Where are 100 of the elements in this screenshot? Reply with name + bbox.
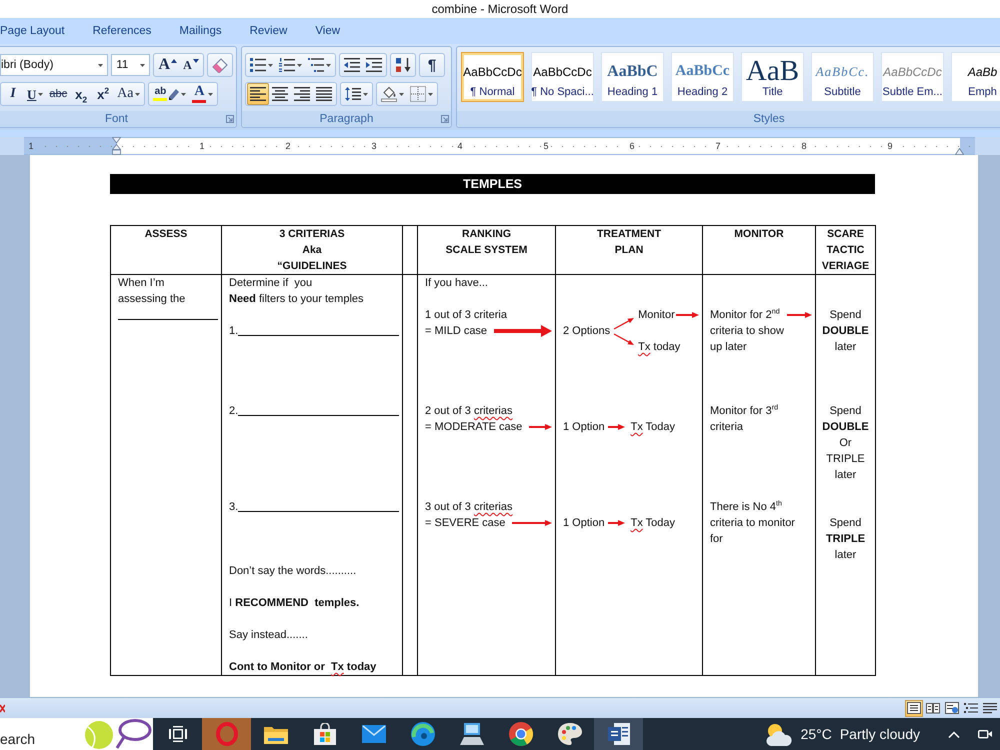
ribbon-tab[interactable]: View xyxy=(301,18,354,44)
column-header: ASSESS xyxy=(111,226,222,275)
column-header: MONITOR xyxy=(703,226,816,275)
ruler-number: 1 xyxy=(197,141,207,151)
border-grid-icon xyxy=(410,86,426,102)
cell-text: 3 out of 3 criterias xyxy=(425,500,512,515)
indent-icon xyxy=(366,58,382,72)
paint-bucket-icon xyxy=(381,86,397,102)
cell-text: Spend xyxy=(830,308,862,323)
lines-icon xyxy=(983,702,997,714)
swirl-icon xyxy=(410,722,434,746)
grow-font-button[interactable]: A xyxy=(155,54,180,76)
style-gallery-item[interactable]: AaBb Emph xyxy=(951,52,1000,102)
list-number: 2. xyxy=(229,404,238,419)
cell-text: 1 out of 3 criteria xyxy=(425,308,507,323)
caret-icon xyxy=(98,64,104,66)
italic-button[interactable]: I xyxy=(2,83,24,105)
weather-temperature: 25°C xyxy=(800,726,832,742)
window-title: combine - Microsoft Word xyxy=(432,2,568,16)
arrow-icon xyxy=(786,312,812,318)
shopping-bag-icon xyxy=(314,723,336,745)
cell-text: up later xyxy=(710,340,747,355)
style-gallery-item[interactable]: AaBbCc. Subtitle xyxy=(811,52,874,102)
borders-button[interactable] xyxy=(407,83,436,105)
underline-button[interactable]: U xyxy=(24,83,46,105)
style-gallery-item[interactable]: AaBbCc Heading 2 xyxy=(671,52,734,102)
style-gallery-item[interactable]: AaBbCcDc Subtle Em... xyxy=(881,52,944,102)
caret-up-icon[interactable] xyxy=(948,730,960,738)
cloud-sun-icon[interactable] xyxy=(764,722,793,746)
ribbon-tab[interactable]: Review xyxy=(236,18,302,44)
document-title: TEMPLES xyxy=(110,174,875,194)
font-color-button[interactable]: A xyxy=(189,83,216,105)
cell-text: DOUBLE xyxy=(822,420,869,435)
arrow-icon xyxy=(494,325,552,337)
column-header: TREATMENT PLAN xyxy=(556,226,703,275)
ring-icon xyxy=(216,722,238,746)
cell-text: later xyxy=(834,340,856,355)
group-label: Paragraph xyxy=(320,113,374,125)
view-button[interactable] xyxy=(905,700,923,716)
cell-text: criteria to monitor xyxy=(710,516,795,531)
cell-text: = MILD case xyxy=(425,324,488,339)
pen-icon xyxy=(169,88,180,100)
ruler-number: 9 xyxy=(885,141,895,151)
cell-text: later xyxy=(834,548,856,563)
cell-text: I RECOMMEND temples. xyxy=(229,596,360,611)
ruler-number: 6 xyxy=(627,141,637,151)
eraser-icon xyxy=(212,57,228,73)
align-left-button[interactable] xyxy=(247,83,269,105)
show-marks-button[interactable]: ¶ xyxy=(421,54,443,76)
cell-text: Tx today xyxy=(638,340,680,355)
align-center-icon xyxy=(272,87,288,101)
group-label: Font xyxy=(104,113,128,125)
shrink-font-button[interactable]: A xyxy=(180,54,202,76)
ribbon-tab[interactable]: Page Layout xyxy=(0,18,79,44)
error-mark-icon[interactable] xyxy=(0,704,5,712)
indent-marker-icon[interactable] xyxy=(112,137,121,155)
style-gallery-item[interactable]: AaBbCcDc ¶ Normal xyxy=(461,52,524,102)
envelope-icon xyxy=(362,725,386,743)
launcher-icon[interactable] xyxy=(226,115,234,123)
style-gallery-item[interactable]: AaBbC Heading 1 xyxy=(601,52,664,102)
subscript-button[interactable]: x$_{2}$ xyxy=(70,83,92,105)
arrow-icon xyxy=(608,424,625,430)
cell-text: 2 out of 3 criterias xyxy=(425,404,512,419)
cell-text: criteria to show xyxy=(710,324,784,339)
cell-text: Need filters to your temples xyxy=(229,292,364,307)
cell-text: Monitor for 2$^{nd}$ xyxy=(710,307,780,323)
ruler-number: 4 xyxy=(455,141,465,151)
change-case-button[interactable]: Aa xyxy=(114,83,144,105)
cell-text: Say instead....... xyxy=(229,628,308,643)
numbered-list-icon xyxy=(279,58,295,72)
font-name-field[interactable]: ibri (Body) xyxy=(0,54,108,76)
cell-text: later xyxy=(834,468,856,483)
ruler-number: 1 xyxy=(26,141,36,151)
align-left-icon xyxy=(250,87,266,101)
taskbar-button[interactable] xyxy=(594,718,643,750)
cell-text: When I’m xyxy=(118,276,164,291)
camera-icon[interactable] xyxy=(978,728,992,740)
superscript-button[interactable]: x$^{2}$ xyxy=(92,83,114,105)
launcher-icon[interactable] xyxy=(441,115,449,123)
folder-icon xyxy=(264,724,288,744)
strikethrough-button[interactable]: abc xyxy=(46,83,70,105)
ribbon-tab[interactable]: Mailings xyxy=(165,18,236,44)
web-page-icon xyxy=(945,702,959,714)
circle-logo-icon xyxy=(508,722,532,746)
style-gallery-item[interactable]: AaB Title xyxy=(741,52,804,102)
list-icon xyxy=(964,702,978,714)
font-size-field[interactable]: 11 xyxy=(111,54,150,76)
highlight-button[interactable]: ab xyxy=(150,83,190,105)
sort-icon xyxy=(396,58,410,72)
style-gallery-item[interactable]: AaBbCcDc ¶ No Spaci... xyxy=(531,52,594,102)
search-field[interactable]: earch xyxy=(0,718,82,750)
swatch-icon xyxy=(153,98,168,101)
view-button[interactable] xyxy=(943,700,961,716)
cell-text: There is No 4$^{th}$ xyxy=(710,499,782,515)
arrow-icon xyxy=(512,520,552,526)
ribbon-tab[interactable]: References xyxy=(78,18,166,44)
column-header: RANKING SCALE SYSTEM xyxy=(418,226,556,275)
cell-text: for xyxy=(710,532,723,547)
ruler-number: 7 xyxy=(713,141,723,151)
ruler-number: 5 xyxy=(541,141,551,151)
